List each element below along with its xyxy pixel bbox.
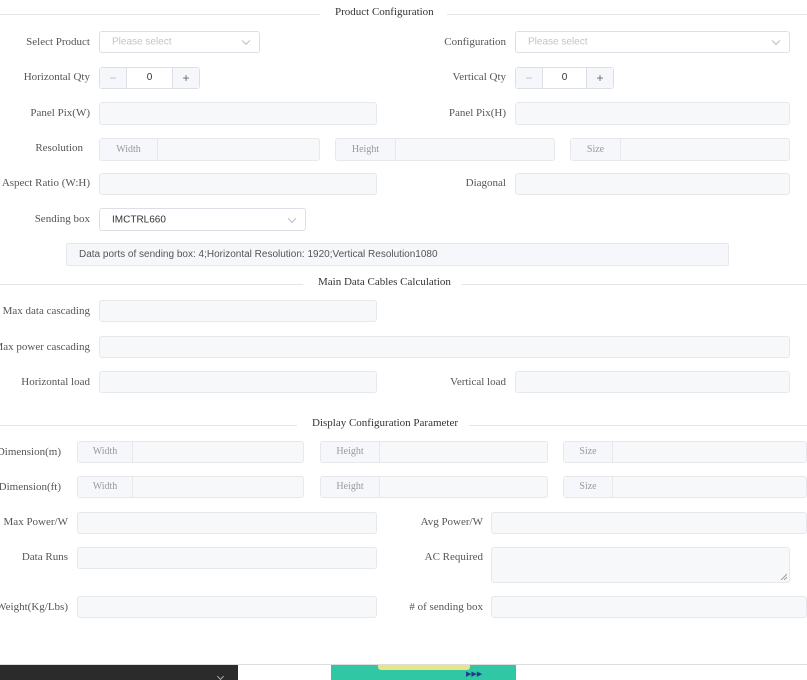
resolution-label: Resolution (35, 142, 83, 154)
dimension-ft-size-prefix: Size (564, 477, 613, 497)
sending-box-dropdown[interactable]: IMCTRL660 (99, 208, 306, 231)
dimension-m-width-field[interactable]: Width (77, 441, 304, 463)
ac-required-textarea[interactable] (491, 547, 790, 583)
horizontal-qty-stepper[interactable]: − 0 + (99, 67, 200, 89)
dimension-ft-label: Dimension(ft) (0, 481, 61, 493)
resolution-height-field[interactable]: Height (335, 138, 555, 161)
aspect-ratio-field[interactable] (99, 173, 377, 195)
horizontal-qty-label: Horizontal Qty (23, 71, 90, 83)
diagonal-label: Diagonal (465, 177, 506, 189)
max-power-cascading-field[interactable] (99, 336, 790, 358)
dimension-ft-width-prefix: Width (78, 477, 133, 497)
configuration-placeholder: Please select (528, 36, 588, 48)
sending-box-info: Data ports of sending box: 4;Horizontal … (66, 243, 729, 266)
background-window-strip: ▶▶▶ (0, 664, 807, 680)
ac-required-label: AC Required (424, 551, 483, 563)
vertical-qty-label: Vertical Qty (452, 71, 506, 83)
aspect-ratio-label: Aspect Ratio (W:H) (1, 177, 90, 189)
arrows-icon: ▶▶▶ (466, 671, 483, 678)
vertical-qty-stepper[interactable]: − 0 + (515, 67, 614, 89)
horizontal-qty-decrement-button[interactable]: − (100, 68, 127, 88)
select-product-placeholder: Please select (112, 36, 172, 48)
resolution-width-prefix: Width (100, 139, 158, 160)
diagonal-field[interactable] (515, 173, 790, 195)
resolution-size-field[interactable]: Size (570, 138, 790, 161)
display-divider: Display Configuration Parameter (0, 417, 807, 433)
dimension-m-size-field[interactable]: Size (563, 441, 807, 463)
max-power-cascading-label: Max power cascading (0, 341, 90, 353)
horizontal-qty-increment-button[interactable]: + (172, 68, 199, 88)
dimension-ft-size-field[interactable]: Size (563, 476, 807, 498)
panel-pix-w-field[interactable] (99, 102, 377, 125)
vertical-qty-decrement-button[interactable]: − (516, 68, 543, 88)
sending-box-count-field[interactable] (491, 596, 807, 618)
cables-divider: Main Data Cables Calculation (0, 276, 807, 292)
resolution-size-prefix: Size (571, 139, 621, 160)
section-title-product: Product Configuration (335, 6, 434, 18)
chevron-down-icon (287, 214, 297, 223)
dimension-m-height-prefix: Height (321, 442, 380, 462)
data-runs-field[interactable] (77, 547, 377, 569)
dark-panel (0, 665, 238, 680)
max-power-label: Max Power/W (3, 516, 68, 528)
horizontal-qty-value[interactable]: 0 (127, 68, 172, 88)
sending-box-count-label: # of sending box (409, 601, 483, 613)
weight-field[interactable] (77, 596, 377, 618)
dimension-m-label: Dimension(m) (0, 446, 61, 458)
horizontal-load-label: Horizontal load (21, 376, 90, 388)
max-data-cascading-label: Max data cascading (2, 305, 90, 317)
avg-power-field[interactable] (491, 512, 807, 534)
sending-box-value: IMCTRL660 (112, 214, 166, 225)
weight-label: Weight(Kg/Lbs) (0, 601, 68, 613)
select-product-label: Select Product (26, 36, 90, 48)
product-config-divider: Product Configuration (0, 6, 807, 22)
resolution-height-prefix: Height (336, 139, 396, 160)
dimension-m-width-prefix: Width (78, 442, 133, 462)
data-runs-label: Data Runs (21, 551, 68, 563)
chevron-down-icon (771, 36, 781, 46)
dimension-ft-height-field[interactable]: Height (320, 476, 548, 498)
configuration-label: Configuration (444, 36, 506, 48)
resize-handle-icon[interactable] (780, 573, 787, 580)
vertical-load-label: Vertical load (450, 376, 506, 388)
configuration-dropdown[interactable]: Please select (515, 31, 790, 53)
panel-pix-w-label: Panel Pix(W) (30, 107, 90, 119)
max-data-cascading-field[interactable] (99, 300, 377, 322)
dimension-m-height-field[interactable]: Height (320, 441, 548, 463)
section-title-cables: Main Data Cables Calculation (318, 276, 451, 288)
banner-highlight (378, 665, 470, 670)
chevron-down-icon (241, 36, 251, 46)
dimension-ft-width-field[interactable]: Width (77, 476, 304, 498)
vertical-load-field[interactable] (515, 371, 790, 393)
resolution-width-field[interactable]: Width (99, 138, 320, 161)
sending-box-label: Sending box (34, 213, 90, 225)
section-title-display: Display Configuration Parameter (312, 417, 459, 429)
vertical-qty-increment-button[interactable]: + (586, 68, 613, 88)
panel-pix-h-field[interactable] (515, 102, 790, 125)
dimension-ft-height-prefix: Height (321, 477, 380, 497)
max-power-field[interactable] (77, 512, 377, 534)
dimension-m-size-prefix: Size (564, 442, 613, 462)
panel-pix-h-label: Panel Pix(H) (448, 107, 506, 119)
select-product-dropdown[interactable]: Please select (99, 31, 260, 53)
horizontal-load-field[interactable] (99, 371, 377, 393)
vertical-qty-value[interactable]: 0 (543, 68, 586, 88)
avg-power-label: Avg Power/W (420, 516, 483, 528)
